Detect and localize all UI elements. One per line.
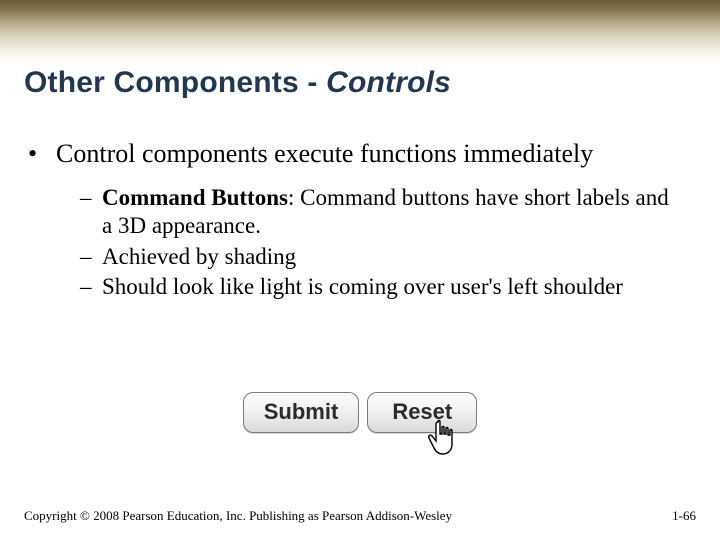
sub-bullet-text: Command Buttons: Command buttons have sh…: [102, 184, 684, 241]
title-prefix: Other Components -: [24, 66, 326, 99]
slide-title: Other Components - Controls: [24, 66, 451, 100]
sub-bullet-item: – Achieved by shading: [80, 243, 684, 272]
reset-button[interactable]: Reset: [367, 392, 477, 433]
copyright-text: Copyright © 2008 Pearson Education, Inc.…: [24, 508, 452, 524]
bullet-item: • Control components execute functions i…: [28, 138, 684, 170]
dash-mark: –: [80, 243, 102, 272]
submit-button[interactable]: Submit: [243, 392, 360, 433]
bullet-mark: •: [28, 138, 56, 170]
dash-mark: –: [80, 184, 102, 241]
header-gradient: [0, 0, 720, 62]
slide-footer: Copyright © 2008 Pearson Education, Inc.…: [24, 508, 696, 524]
sub-rest: Achieved by shading: [102, 244, 296, 269]
slide-body: • Control components execute functions i…: [28, 138, 684, 304]
dash-mark: –: [80, 273, 102, 302]
page-number: 1-66: [672, 508, 696, 524]
sub-bullet-text: Achieved by shading: [102, 243, 684, 272]
sub-bullet-item: – Should look like light is coming over …: [80, 273, 684, 302]
bullet-text: Control components execute functions imm…: [56, 138, 684, 170]
button-row: Submit Reset: [0, 392, 720, 433]
sub-bullet-text: Should look like light is coming over us…: [102, 273, 684, 302]
sub-rest: Should look like light is coming over us…: [102, 274, 623, 299]
title-italic: Controls: [326, 66, 451, 99]
sub-bold: Command Buttons: [102, 185, 288, 210]
sub-bullet-list: – Command Buttons: Command buttons have …: [80, 184, 684, 302]
sub-bullet-item: – Command Buttons: Command buttons have …: [80, 184, 684, 241]
